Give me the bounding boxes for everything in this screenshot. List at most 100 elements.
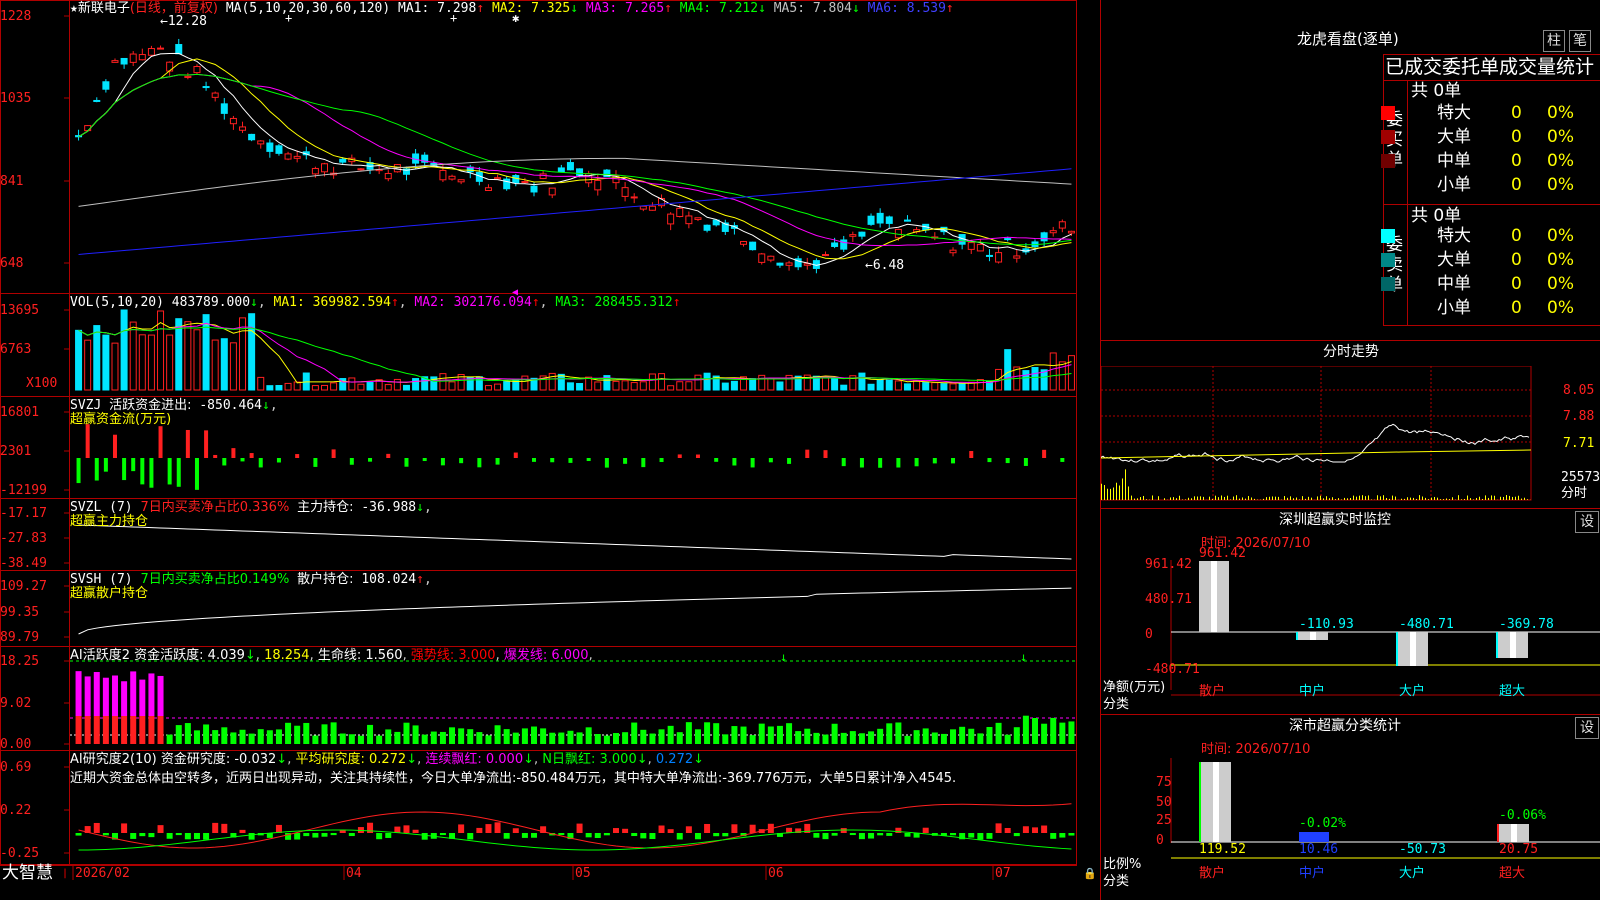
fenshi-vol-bar xyxy=(1329,498,1330,500)
volume-bar xyxy=(412,378,420,391)
bar-view-button[interactable]: 柱 xyxy=(1543,30,1565,52)
research-bar xyxy=(585,833,592,838)
candle-body xyxy=(1058,221,1066,229)
ma3-line xyxy=(78,73,1072,247)
activity-bar xyxy=(376,735,383,744)
monitor-bar-highlight xyxy=(1310,632,1316,640)
candle-body xyxy=(257,140,265,145)
ma5-line xyxy=(78,157,1072,207)
activity-bar xyxy=(767,726,774,744)
research-bar xyxy=(822,833,829,840)
lock-icon[interactable]: 🔒 xyxy=(1083,866,1097,881)
research-bar xyxy=(403,825,410,833)
research-bar xyxy=(312,833,319,838)
fund-flow-bar xyxy=(76,458,81,484)
fenshi-vol-bar xyxy=(1524,497,1525,500)
stats-category: 大户 xyxy=(1399,866,1426,881)
tick-view-button[interactable]: 笔 xyxy=(1569,30,1591,52)
activity-bar xyxy=(922,728,929,744)
x-tick-label: 04 xyxy=(346,866,362,881)
volume-bar xyxy=(193,329,201,391)
fenshi-vol-bar xyxy=(1437,497,1438,500)
y-tick-label: 13695 xyxy=(0,303,40,318)
research-bar xyxy=(676,833,683,840)
stock-name[interactable]: 新联电子 xyxy=(78,1,130,16)
activity-bar xyxy=(603,735,610,744)
monitor-settings-button[interactable]: 设 xyxy=(1575,511,1599,533)
volume-bar xyxy=(484,385,492,391)
fund-flow-bar xyxy=(495,458,500,465)
research-bar xyxy=(439,833,446,836)
activity-bar xyxy=(713,723,720,744)
fenshi-vol-bar xyxy=(1338,498,1339,500)
ma-value-1: MA1: 7.298↑ xyxy=(398,1,485,16)
mid-stat-bar xyxy=(1299,832,1329,842)
research-bar xyxy=(603,833,610,836)
fenshi-vol-bar xyxy=(1284,496,1285,500)
fenshi-vol-bar xyxy=(1266,497,1267,500)
fenshi-vol-bar xyxy=(1380,496,1381,500)
volume-bar xyxy=(257,376,265,391)
research-bar xyxy=(376,833,383,840)
research-bar xyxy=(485,824,492,833)
fenshi-vol-bar xyxy=(1236,495,1237,500)
order-count: 0 xyxy=(1511,298,1522,318)
fenshi-vol-bar xyxy=(1401,498,1402,500)
candle-body xyxy=(111,60,119,63)
activity-bar xyxy=(385,729,392,744)
fund-flow-bar xyxy=(213,454,218,458)
volume-bar xyxy=(903,383,911,391)
activity-bar xyxy=(449,727,456,744)
fenshi-vol-bar xyxy=(1488,497,1489,500)
volume-bar xyxy=(366,382,374,391)
research-bar xyxy=(458,824,465,833)
research-bar xyxy=(950,833,957,836)
activity-bar xyxy=(722,734,729,744)
activity-bar xyxy=(1050,717,1057,744)
candle-body xyxy=(822,254,829,257)
fund-flow-bar xyxy=(440,458,445,466)
fenshi-vol-bar xyxy=(1527,499,1528,500)
activity-bar xyxy=(594,734,601,744)
fenshi-vol-bar xyxy=(1473,499,1474,500)
volume-bar xyxy=(439,373,447,391)
research-bar xyxy=(166,833,173,839)
volume-bar xyxy=(248,313,256,391)
monitor-y-label: 0 xyxy=(1145,627,1153,642)
volume-bar xyxy=(521,375,529,391)
candle-body xyxy=(147,48,155,56)
ma-value-2: MA2: 7.325↓ xyxy=(484,1,579,16)
y-tick-label: 1035 xyxy=(0,91,32,106)
stats-settings-button[interactable]: 设 xyxy=(1575,717,1599,739)
order-percent: 0% xyxy=(1547,298,1574,318)
order-percent: 0% xyxy=(1547,175,1574,195)
candle-body xyxy=(758,253,766,263)
fenshi-chart[interactable] xyxy=(1101,366,1600,506)
research-bar xyxy=(868,833,875,839)
y-tick-label: 16801 xyxy=(0,405,40,420)
monitor-title: 深圳超赢实时监控 xyxy=(1279,512,1391,528)
fenshi-y-high: 8.05 xyxy=(1563,383,1595,398)
stats-bottom-value: 10.46 xyxy=(1299,842,1339,857)
stats-y-label: 75 xyxy=(1156,775,1172,790)
low-price-label: ←6.48 xyxy=(865,258,905,273)
fenshi-vol-bar xyxy=(1110,488,1111,500)
fund-flow-bar xyxy=(94,458,99,481)
activity-bar xyxy=(348,734,355,744)
order-size-name: 中单 xyxy=(1437,274,1471,294)
kline-chart-area[interactable]: ↓ ↓ + + ✱ ◀ ★新联电子(日线，前复权) MA(5,10,20,30,60,12… xyxy=(0,0,1100,884)
activity-bar xyxy=(849,731,856,744)
monitor-value: -369.78 xyxy=(1499,617,1554,632)
buy-total: 共 0单 xyxy=(1411,81,1462,101)
fund-flow-bar xyxy=(641,458,646,468)
fenshi-avg-line xyxy=(1101,449,1532,459)
fenshi-vol-bar xyxy=(1137,498,1138,500)
vol-ma3: MA3: 288455.312↑ xyxy=(555,295,681,310)
research-bar xyxy=(385,833,392,838)
fenshi-frame xyxy=(1101,366,1532,501)
activity-bar xyxy=(631,722,638,744)
fenshi-vol-bar xyxy=(1518,495,1519,500)
stats-category: 超大 xyxy=(1499,866,1526,881)
stats-bottom-value: 119.52 xyxy=(1199,842,1246,857)
fenshi-vol-bar xyxy=(1185,499,1186,500)
